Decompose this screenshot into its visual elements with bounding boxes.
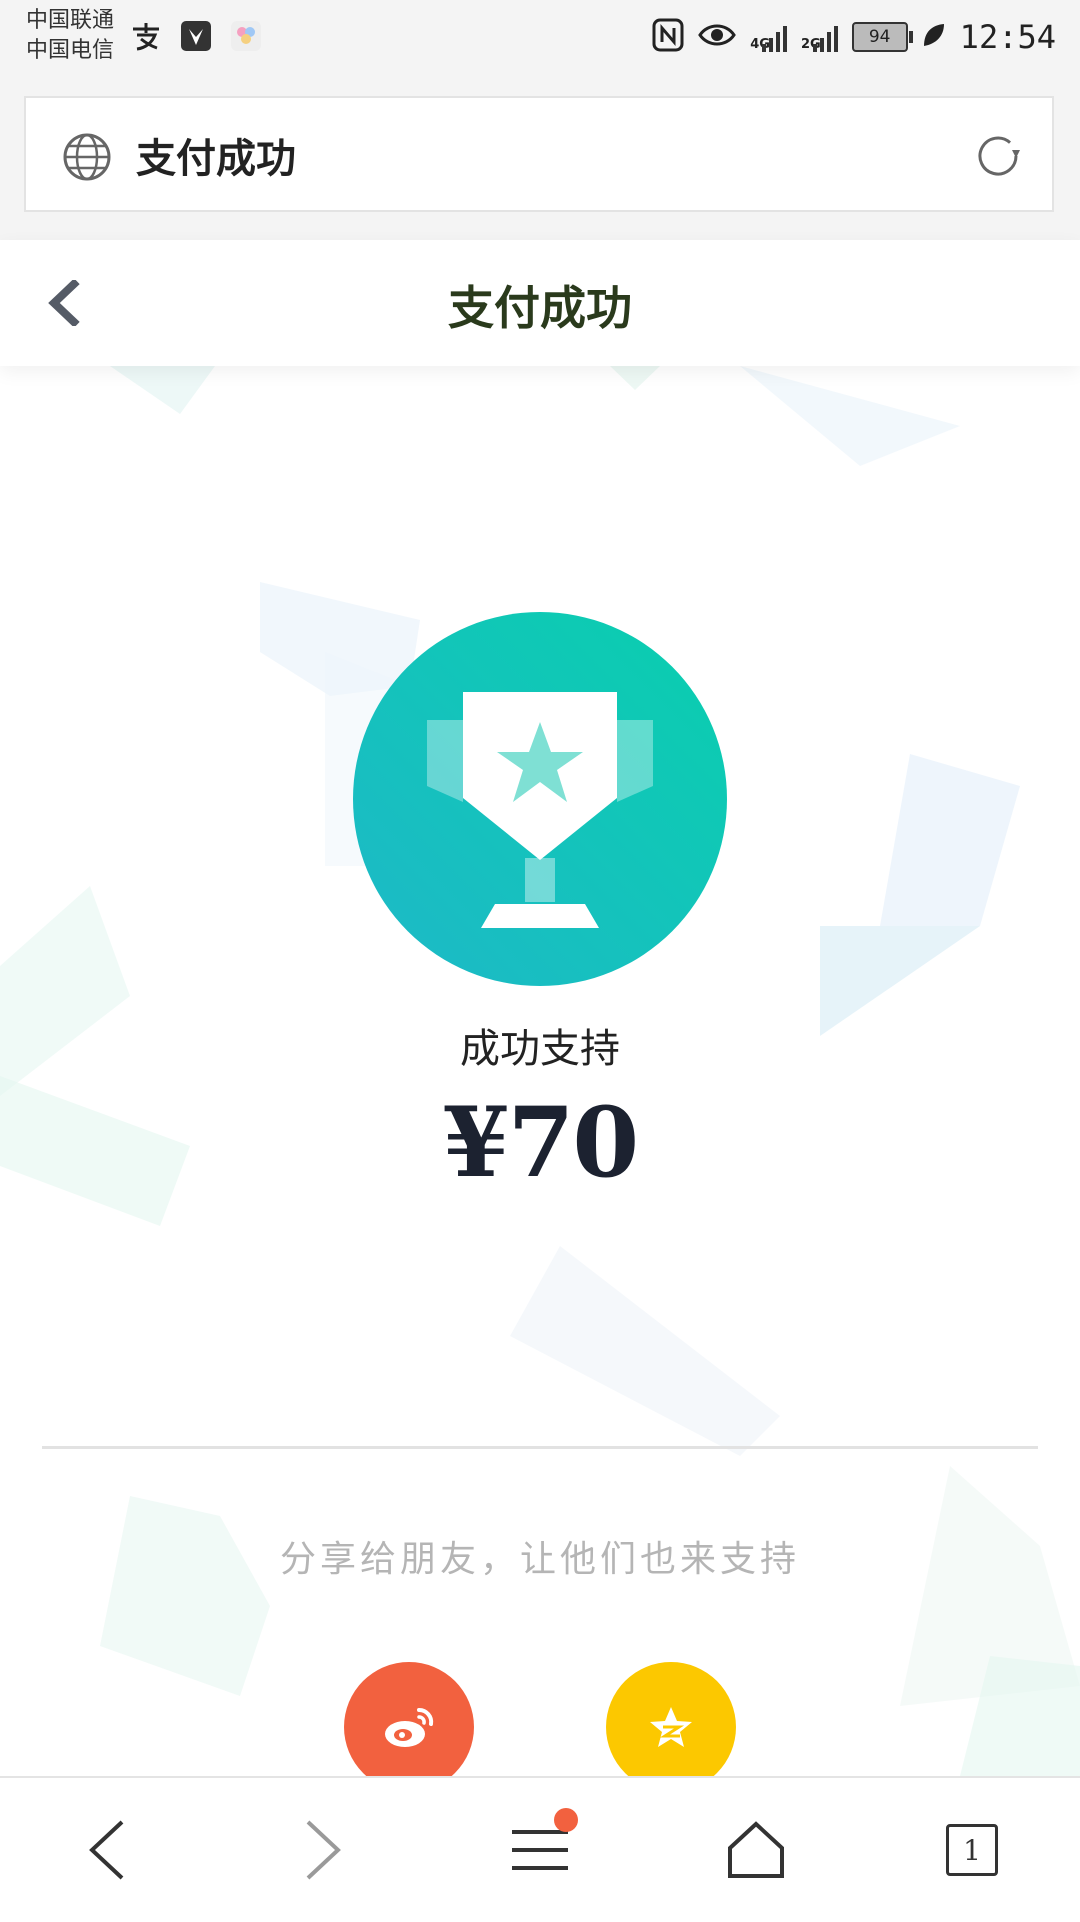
gallery-icon	[228, 18, 264, 54]
carrier-2: 中国电信	[26, 38, 115, 63]
support-amount: ¥70	[442, 1086, 639, 1199]
weibo-share-button[interactable]	[344, 1662, 474, 1792]
back-icon	[89, 1820, 124, 1880]
address-bar-title: 支付成功	[136, 135, 296, 182]
eye-comfort-icon	[698, 20, 737, 54]
signal-bars-icon	[812, 22, 838, 52]
nav-tabs-button[interactable]: 1	[930, 1808, 1014, 1892]
share-prompt: 分享给朋友，让他们也来支持	[279, 1539, 800, 1580]
nav-home-button[interactable]	[714, 1808, 798, 1892]
forward-icon	[306, 1820, 341, 1880]
nav-forward-button[interactable]	[282, 1808, 366, 1892]
page-title: 支付成功	[448, 281, 632, 335]
browser-bottom-bar: 1	[0, 1776, 1080, 1922]
page-header: 支付成功	[0, 240, 1080, 366]
system-icons: 4G 2G 94 12:54	[652, 14, 1056, 60]
nfc-icon	[652, 18, 684, 56]
notification-icons	[128, 18, 264, 54]
signal-4g: 4G	[750, 22, 787, 52]
status-bar: 中国联通 中国电信 4G 2G 94 12:54	[0, 0, 1080, 78]
carrier-labels: 中国联通 中国电信	[26, 6, 114, 66]
browser-address-area: 支付成功	[0, 78, 1080, 241]
clock: 12:54	[959, 18, 1056, 56]
weibo-icon	[385, 1707, 434, 1747]
qzone-star-icon	[650, 1707, 692, 1747]
globe-icon	[62, 132, 112, 186]
divider	[42, 1446, 1038, 1449]
home-icon	[728, 1821, 784, 1878]
nav-back-button[interactable]	[64, 1808, 148, 1892]
support-label: 成功支持	[460, 1026, 620, 1072]
alipay-icon	[128, 18, 164, 54]
qzone-share-button[interactable]	[606, 1662, 736, 1792]
signal-2g: 2G	[801, 22, 838, 52]
nav-menu-button[interactable]	[498, 1808, 582, 1892]
notification-dot	[554, 1808, 578, 1832]
reload-icon[interactable]	[972, 130, 1024, 186]
huawei-icon	[178, 18, 214, 54]
battery-indicator: 94	[851, 22, 913, 52]
address-bar[interactable]: 支付成功	[24, 96, 1054, 212]
signal-bars-icon	[761, 22, 787, 52]
leaf-icon	[922, 22, 946, 52]
tabs-icon: 1	[946, 1824, 998, 1876]
trophy-icon	[353, 612, 727, 986]
carrier-1: 中国联通	[26, 8, 115, 33]
trophy-badge	[353, 612, 727, 990]
